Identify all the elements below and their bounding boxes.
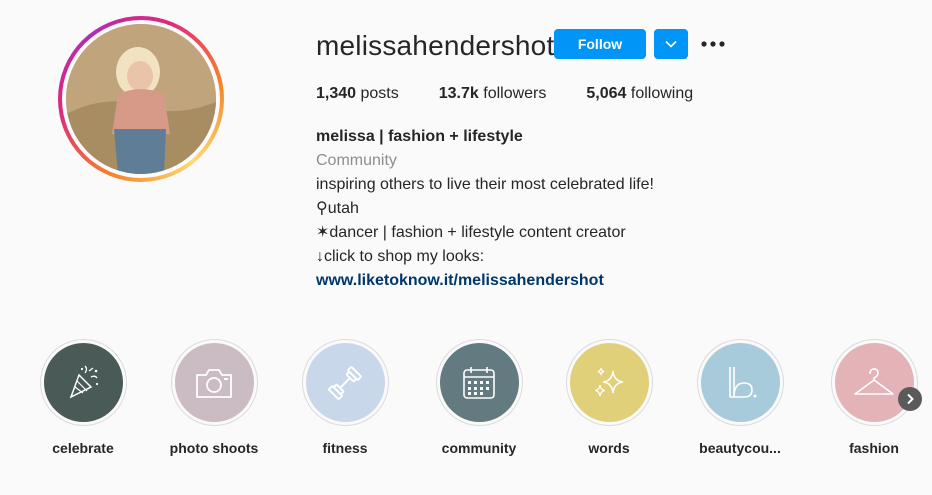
profile-bio: melissa | fashion + lifestyle Community … xyxy=(316,125,654,293)
more-options-icon xyxy=(701,41,725,47)
bio-line: inspiring others to live their most cele… xyxy=(316,176,654,193)
profile-avatar-ring[interactable] xyxy=(58,16,224,182)
highlight-photo-shoots[interactable]: photo shoots xyxy=(169,339,259,456)
more-options-button[interactable] xyxy=(700,30,726,58)
hanger-icon xyxy=(854,367,894,395)
profile-username: melissahendershot xyxy=(316,30,555,61)
highlight-cover[interactable] xyxy=(569,343,649,422)
bio-line: ↓click to shop my looks: xyxy=(316,248,485,265)
avatar[interactable] xyxy=(66,24,216,174)
follow-button[interactable]: Follow xyxy=(554,29,646,59)
profile-category: Community xyxy=(316,152,397,169)
avatar-gap xyxy=(62,20,220,178)
highlight-cover[interactable] xyxy=(834,343,914,422)
following-label[interactable]: following xyxy=(631,85,693,102)
highlights-next-button[interactable] xyxy=(898,387,922,411)
party-popper-icon xyxy=(69,365,99,399)
highlight-ring[interactable] xyxy=(565,339,653,426)
profile-stats: 1,340 posts 13.7k followers 5,064 follow… xyxy=(316,85,733,103)
story-highlights: celebrate photo shoots fitness community… xyxy=(38,339,928,469)
bio-line: ⚲utah xyxy=(316,200,359,217)
sparkles-icon xyxy=(594,367,624,396)
highlight-community[interactable]: community xyxy=(434,339,524,456)
posts-stat: 1,340 posts xyxy=(316,85,399,103)
highlight-ring[interactable] xyxy=(170,339,258,426)
posts-label: posts xyxy=(360,85,399,102)
following-stat[interactable]: 5,064 following xyxy=(586,85,693,103)
letter-b-icon xyxy=(729,366,757,398)
highlight-cover[interactable] xyxy=(439,343,519,422)
highlight-celebrate[interactable]: celebrate xyxy=(38,339,128,456)
posts-count: 1,340 xyxy=(316,85,357,102)
calendar-icon xyxy=(463,366,495,399)
bio-line: ✶dancer | fashion + lifestyle content cr… xyxy=(316,224,626,241)
highlight-cover[interactable] xyxy=(700,343,780,422)
highlight-ring[interactable] xyxy=(39,339,127,426)
highlight-label[interactable]: celebrate xyxy=(52,440,113,456)
highlight-ring[interactable] xyxy=(301,339,389,426)
avatar-illustration xyxy=(66,24,216,174)
highlight-fitness[interactable]: fitness xyxy=(300,339,390,456)
followers-count[interactable]: 13.7k xyxy=(439,85,479,102)
highlight-label[interactable]: words xyxy=(588,440,629,456)
chevron-right-icon xyxy=(907,393,914,405)
highlight-beautycou[interactable]: beautycou... xyxy=(695,339,785,456)
highlight-label[interactable]: fashion xyxy=(849,440,899,456)
highlight-ring[interactable] xyxy=(696,339,784,426)
dumbbell-icon xyxy=(328,365,362,400)
highlight-label[interactable]: photo shoots xyxy=(170,440,259,456)
following-count[interactable]: 5,064 xyxy=(586,85,626,102)
highlight-label[interactable]: beautycou... xyxy=(699,440,781,456)
highlight-cover[interactable] xyxy=(305,343,385,422)
followers-label[interactable]: followers xyxy=(483,85,546,102)
profile-full-name: melissa | fashion + lifestyle xyxy=(316,128,523,145)
suggestions-dropdown-button[interactable] xyxy=(654,29,688,59)
camera-icon xyxy=(196,368,232,398)
highlight-words[interactable]: words xyxy=(564,339,654,456)
highlight-ring[interactable] xyxy=(830,339,918,426)
followers-stat[interactable]: 13.7k followers xyxy=(439,85,547,103)
chevron-down-icon xyxy=(665,40,677,48)
highlight-label[interactable]: community xyxy=(442,440,517,456)
highlight-cover[interactable] xyxy=(43,343,123,422)
highlight-ring[interactable] xyxy=(435,339,523,426)
highlight-label[interactable]: fitness xyxy=(322,440,367,456)
profile-website-link[interactable]: www.liketoknow.it/melissahendershot xyxy=(316,269,654,293)
highlight-cover[interactable] xyxy=(174,343,254,422)
